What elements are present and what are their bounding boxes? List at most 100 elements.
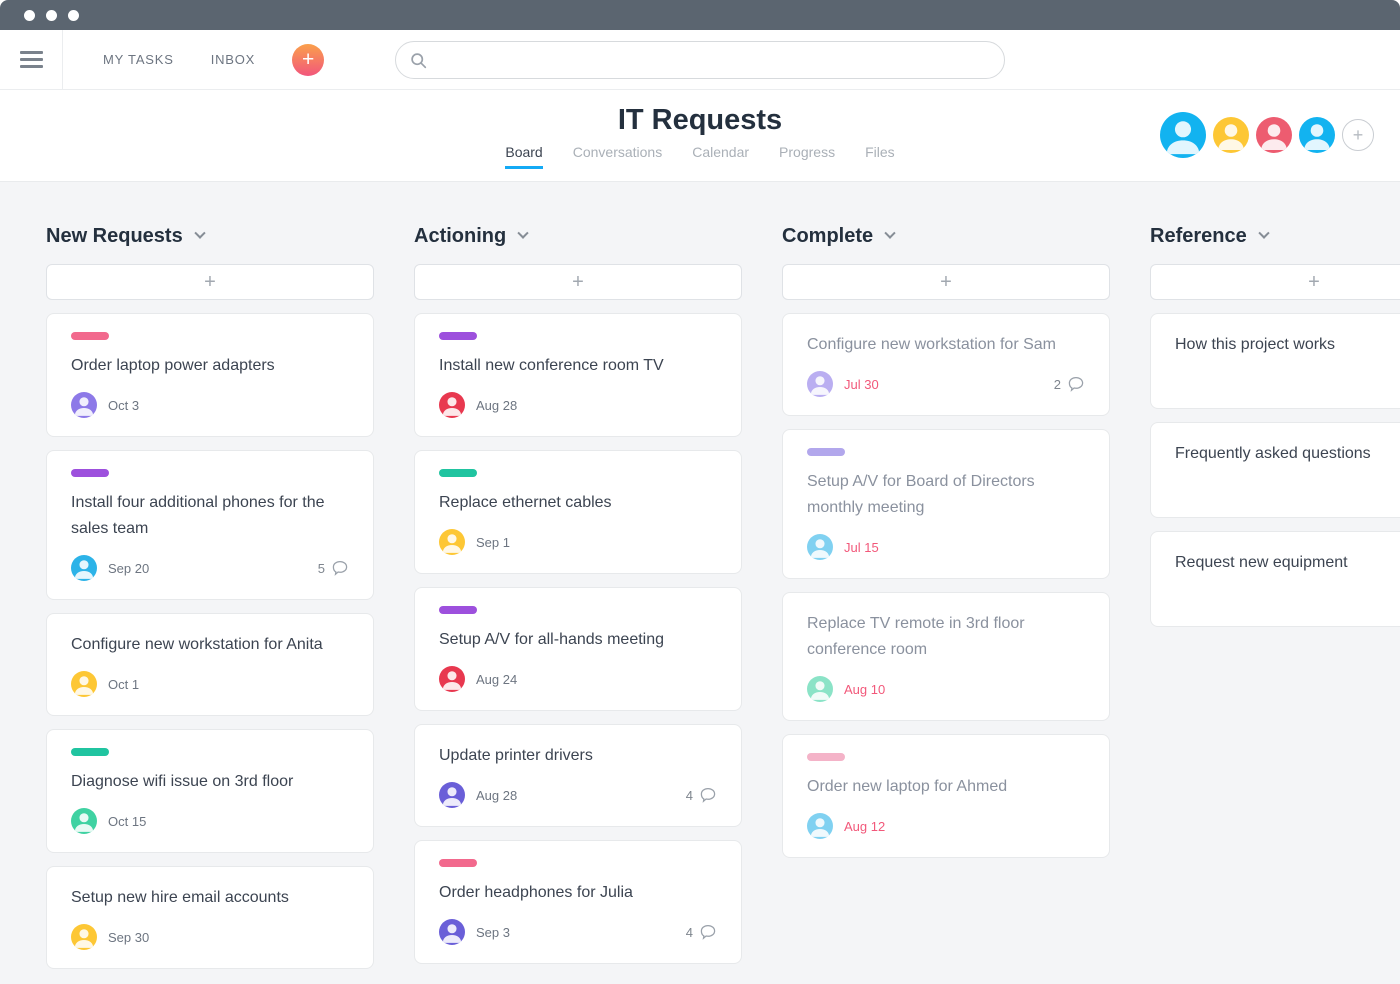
search-input[interactable] [436, 52, 990, 68]
comment-count: 4 [686, 925, 693, 940]
window-maximize-button[interactable] [68, 10, 79, 21]
due-date: Sep 1 [476, 535, 510, 550]
tab-calendar[interactable]: Calendar [692, 144, 749, 169]
task-title: Install four additional phones for the s… [71, 490, 349, 542]
avatar[interactable] [1160, 112, 1206, 158]
avatar [71, 808, 97, 834]
add-card-button[interactable]: + [46, 264, 374, 300]
task-card[interactable]: Setup A/V for all-hands meeting Aug 24 [414, 587, 742, 711]
person-icon [439, 782, 465, 808]
due-date: Aug 24 [476, 672, 517, 687]
task-card[interactable]: Setup A/V for Board of Directors monthly… [782, 429, 1110, 579]
task-card[interactable]: Setup new hire email accounts Sep 30 [46, 866, 374, 969]
nav-my-tasks[interactable]: MY TASKS [103, 52, 174, 67]
tag-pill [439, 859, 477, 867]
avatar [807, 676, 833, 702]
person-icon [439, 919, 465, 945]
avatar [807, 371, 833, 397]
task-card[interactable]: Install new conference room TV Aug 28 [414, 313, 742, 437]
task-card[interactable]: Order laptop power adapters Oct 3 [46, 313, 374, 437]
task-card[interactable]: Configure new workstation for Anita Oct … [46, 613, 374, 716]
task-title: Order laptop power adapters [71, 353, 349, 379]
search-icon [410, 52, 427, 69]
add-card-button[interactable]: + [1150, 264, 1400, 300]
comment-indicator: 5 [318, 559, 349, 577]
comment-bubble-icon [1067, 375, 1085, 393]
person-icon [439, 529, 465, 555]
task-card[interactable]: Configure new workstation for Sam Jul 30… [782, 313, 1110, 416]
window-minimize-button[interactable] [46, 10, 57, 21]
avatar [439, 782, 465, 808]
tab-conversations[interactable]: Conversations [573, 144, 663, 169]
column-new-requests: New Requests + Order laptop power adapte… [46, 222, 374, 984]
tag-pill [71, 469, 109, 477]
column-title: New Requests [46, 225, 183, 248]
app-toolbar: MY TASKS INBOX + [0, 30, 1400, 90]
kanban-board: New Requests + Order laptop power adapte… [0, 182, 1400, 984]
task-card[interactable]: Replace TV remote in 3rd floor conferenc… [782, 592, 1110, 721]
tag-pill [71, 332, 109, 340]
comment-indicator: 2 [1054, 375, 1085, 393]
due-date: Oct 3 [108, 398, 139, 413]
due-date: Aug 28 [476, 788, 517, 803]
avatar [71, 924, 97, 950]
avatar [439, 529, 465, 555]
avatar[interactable] [1213, 117, 1249, 153]
tag-pill [439, 332, 477, 340]
task-card[interactable]: Request new equipment [1150, 531, 1400, 627]
tab-files[interactable]: Files [865, 144, 895, 169]
chevron-down-icon[interactable] [1258, 228, 1269, 239]
person-icon [1299, 117, 1335, 153]
task-title: Request new equipment [1175, 550, 1400, 576]
tag-pill [807, 448, 845, 456]
person-icon [807, 676, 833, 702]
task-card[interactable]: Update printer drivers Aug 28 4 [414, 724, 742, 827]
task-card[interactable]: Order headphones for Julia Sep 3 4 [414, 840, 742, 964]
avatar[interactable] [1299, 117, 1335, 153]
due-date: Aug 28 [476, 398, 517, 413]
add-member-button[interactable]: + [1342, 119, 1374, 151]
task-card[interactable]: Replace ethernet cables Sep 1 [414, 450, 742, 574]
task-card[interactable]: Diagnose wifi issue on 3rd floor Oct 15 [46, 729, 374, 853]
person-icon [71, 392, 97, 418]
due-date: Jul 15 [844, 540, 879, 555]
task-card[interactable]: Frequently asked questions [1150, 422, 1400, 518]
task-card[interactable]: Order new laptop for Ahmed Aug 12 [782, 734, 1110, 858]
comment-count: 5 [318, 561, 325, 576]
person-icon [71, 808, 97, 834]
tag-pill [439, 606, 477, 614]
due-date: Aug 12 [844, 819, 885, 834]
task-title: Replace ethernet cables [439, 490, 717, 516]
task-title: Order headphones for Julia [439, 880, 717, 906]
window-close-button[interactable] [24, 10, 35, 21]
comment-count: 2 [1054, 377, 1061, 392]
tag-pill [71, 748, 109, 756]
task-title: Replace TV remote in 3rd floor conferenc… [807, 611, 1085, 663]
quick-add-button[interactable]: + [292, 44, 324, 76]
task-card[interactable]: How this project works [1150, 313, 1400, 409]
plus-icon: + [940, 271, 952, 294]
avatar[interactable] [1256, 117, 1292, 153]
due-date: Sep 30 [108, 930, 149, 945]
task-title: Order new laptop for Ahmed [807, 774, 1085, 800]
window-titlebar [0, 0, 1400, 30]
chevron-down-icon[interactable] [884, 228, 895, 239]
sidebar-menu-button[interactable] [0, 30, 63, 89]
tab-board[interactable]: Board [505, 144, 542, 169]
search-bar[interactable] [395, 41, 1005, 79]
add-card-button[interactable]: + [782, 264, 1110, 300]
task-card[interactable]: Install four additional phones for the s… [46, 450, 374, 600]
column-title: Complete [782, 225, 873, 248]
avatar [71, 555, 97, 581]
chevron-down-icon[interactable] [194, 228, 205, 239]
add-card-button[interactable]: + [414, 264, 742, 300]
person-icon [1160, 112, 1206, 158]
tab-progress[interactable]: Progress [779, 144, 835, 169]
plus-icon: + [302, 49, 314, 70]
column-complete: Complete + Configure new workstation for… [782, 222, 1110, 984]
task-title: Configure new workstation for Sam [807, 332, 1085, 358]
avatar [439, 919, 465, 945]
chevron-down-icon[interactable] [518, 228, 529, 239]
comment-bubble-icon [331, 559, 349, 577]
nav-inbox[interactable]: INBOX [211, 52, 255, 67]
